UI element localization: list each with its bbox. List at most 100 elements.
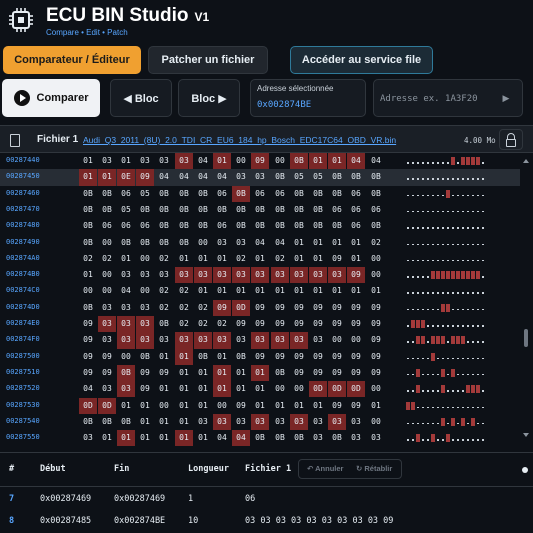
hex-byte[interactable]: 0B (155, 218, 173, 234)
hex-byte[interactable]: 01 (194, 251, 212, 267)
hex-byte[interactable]: 0B (175, 202, 193, 218)
hex-byte[interactable]: 0B (290, 186, 308, 202)
hex-byte[interactable]: 0B (175, 218, 193, 234)
hex-byte-diff[interactable]: 01 (175, 430, 193, 447)
hex-byte[interactable]: 09 (271, 300, 289, 316)
hex-byte[interactable]: 09 (328, 300, 346, 316)
hex-byte-diff[interactable]: 03 (309, 267, 327, 284)
hex-byte[interactable]: 0B (136, 235, 154, 251)
hex-byte[interactable]: 09 (98, 349, 116, 365)
hex-byte[interactable]: 00 (367, 381, 385, 397)
hex-row[interactable]: 00287550 03 01 01 01 01 01 01 04 04 0B 0B 0B 03 0B 03 03 (0, 430, 520, 447)
hex-byte[interactable]: 06 (347, 202, 365, 218)
hex-byte[interactable]: 0B (251, 218, 269, 234)
hex-byte[interactable]: 09 (79, 349, 97, 365)
hex-byte[interactable]: 03 (79, 430, 97, 446)
hex-byte[interactable]: 04 (194, 153, 212, 169)
hex-byte[interactable]: 0B (271, 169, 289, 185)
hex-byte[interactable]: 01 (251, 251, 269, 267)
hex-byte[interactable]: 0B (251, 430, 269, 446)
hex-byte[interactable]: 01 (290, 235, 308, 251)
hex-byte[interactable]: 09 (347, 349, 365, 365)
hex-byte[interactable]: 03 (136, 267, 154, 283)
hex-byte[interactable]: 03 (155, 153, 173, 169)
undo-button[interactable]: ↶ Annuler (307, 464, 343, 473)
hex-byte[interactable]: 03 (155, 267, 173, 283)
previous-block-button[interactable]: ◀ Bloc (110, 79, 172, 117)
hex-byte[interactable]: 02 (271, 251, 289, 267)
file-name-link[interactable]: Audi_Q3_2011_(8U)_2.0_TDI_CR_EU6_184_hp_… (83, 135, 396, 145)
hex-byte[interactable]: 01 (213, 251, 231, 267)
hex-byte[interactable]: 03 (309, 332, 327, 348)
hex-byte[interactable]: 01 (194, 381, 212, 397)
hex-byte[interactable]: 09 (98, 365, 116, 381)
hex-byte[interactable]: 09 (271, 349, 289, 365)
hex-byte[interactable]: 0B (194, 218, 212, 234)
hex-byte[interactable]: 01 (232, 381, 250, 397)
hex-byte[interactable]: 00 (98, 267, 116, 283)
hex-byte[interactable]: 01 (290, 283, 308, 299)
hex-byte[interactable]: 01 (194, 430, 212, 446)
hex-byte[interactable]: 0B (271, 365, 289, 381)
hex-byte[interactable]: 0B (175, 235, 193, 251)
hex-byte-diff[interactable]: 0D (232, 299, 250, 316)
hex-byte[interactable]: 03 (232, 169, 250, 185)
hex-byte[interactable]: 0B (232, 202, 250, 218)
hex-byte[interactable]: 00 (347, 332, 365, 348)
hex-byte-diff[interactable]: 01 (98, 169, 116, 186)
hex-byte[interactable]: 01 (328, 235, 346, 251)
hex-byte-diff[interactable]: 03 (232, 267, 250, 284)
hex-byte[interactable]: 01 (117, 398, 135, 414)
hex-byte[interactable]: 0B (136, 349, 154, 365)
hex-byte[interactable]: 09 (271, 316, 289, 332)
hex-byte[interactable]: 00 (117, 349, 135, 365)
hex-byte-diff[interactable]: 01 (79, 169, 97, 186)
hex-row[interactable]: 002874B0 01 00 03 03 03 03 03 03 03 03 03 03 03 03 09 00 (0, 267, 520, 284)
hex-byte[interactable]: 04 (194, 169, 212, 185)
hex-byte[interactable]: 01 (79, 153, 97, 169)
hex-byte[interactable]: 09 (347, 316, 365, 332)
hex-byte-diff[interactable]: 01 (309, 153, 327, 170)
hex-row[interactable]: 00287470 0B 0B 05 0B 0B 0B 0B 0B 0B 0B 0B 0B 0B 06 06 06 (0, 202, 520, 218)
compare-button[interactable]: Comparer (2, 79, 100, 117)
hex-row[interactable]: 002874E0 09 03 03 03 0B 02 02 02 09 09 09 09 09 09 09 09 (0, 316, 520, 333)
hex-byte[interactable]: 0B (98, 202, 116, 218)
hex-byte[interactable]: 0B (79, 300, 97, 316)
hex-row[interactable]: 00287500 09 09 00 0B 01 01 0B 01 0B 09 09 09 09 09 09 09 (0, 348, 520, 365)
hex-byte[interactable]: 03 (194, 414, 212, 430)
hex-byte-diff[interactable]: 0B (117, 364, 135, 382)
hex-byte[interactable]: 09 (328, 251, 346, 267)
hex-byte[interactable]: 02 (232, 251, 250, 267)
hex-byte[interactable]: 0B (232, 349, 250, 365)
hex-byte-diff[interactable]: 03 (271, 332, 289, 349)
hex-byte[interactable]: 01 (175, 381, 193, 397)
hex-byte-diff[interactable]: 0D (328, 381, 346, 398)
hex-byte[interactable]: 03 (347, 430, 365, 446)
hex-byte[interactable]: 01 (155, 349, 173, 365)
hex-byte-diff[interactable]: 03 (290, 332, 308, 349)
hex-byte-diff[interactable]: 03 (117, 381, 135, 398)
hex-byte[interactable]: 00 (271, 153, 289, 169)
hex-byte[interactable]: 06 (367, 202, 385, 218)
hex-byte[interactable]: 02 (175, 283, 193, 299)
hex-row[interactable]: 002874F0 09 03 03 03 03 03 03 03 03 03 03 03 03 00 00 09 (0, 332, 520, 349)
hex-byte-diff[interactable]: 03 (213, 267, 231, 284)
hex-byte-diff[interactable]: 03 (136, 332, 154, 349)
hex-byte[interactable]: 03 (347, 414, 365, 430)
hex-byte-diff[interactable]: 03 (117, 316, 135, 333)
hex-byte[interactable]: 04 (117, 283, 135, 299)
hex-byte[interactable]: 01 (309, 398, 327, 414)
hex-byte[interactable]: 09 (328, 365, 346, 381)
hex-byte[interactable]: 03 (367, 430, 385, 446)
hex-byte[interactable]: 03 (98, 381, 116, 397)
hex-byte[interactable]: 09 (232, 398, 250, 414)
scroll-down-icon[interactable] (523, 433, 529, 437)
hex-byte[interactable]: 09 (232, 316, 250, 332)
hex-byte-diff[interactable]: 03 (290, 267, 308, 284)
hex-byte[interactable]: 0B (155, 186, 173, 202)
hex-byte[interactable]: 02 (175, 300, 193, 316)
hex-byte[interactable]: 06 (117, 218, 135, 234)
hex-byte[interactable]: 02 (194, 300, 212, 316)
hex-byte-diff[interactable]: 03 (98, 316, 116, 333)
hex-byte-diff[interactable]: 03 (117, 332, 135, 349)
